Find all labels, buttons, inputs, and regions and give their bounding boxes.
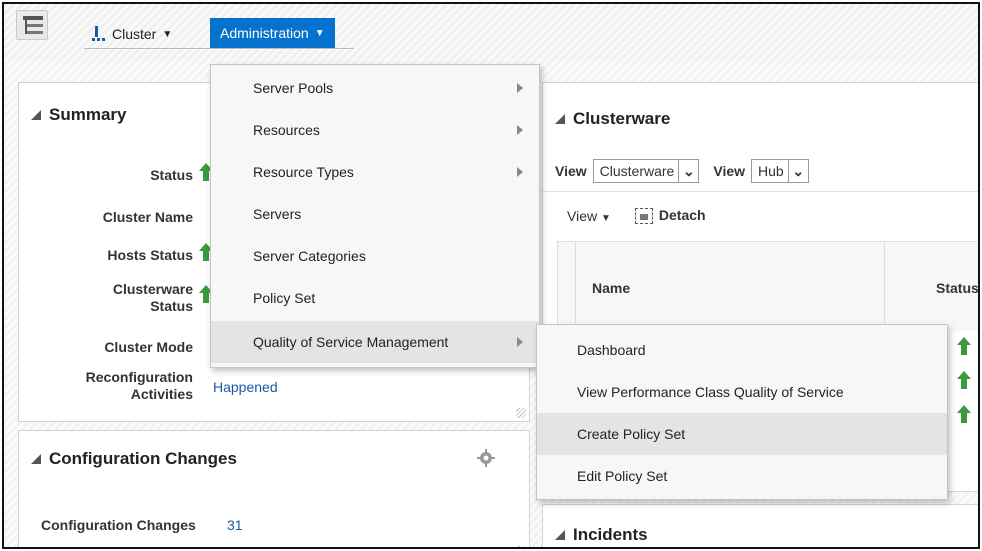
status-up-icon: [957, 337, 971, 355]
chevron-right-icon: [517, 83, 523, 93]
cluster-name-label: Cluster Name: [102, 209, 193, 225]
menu-item-edit-policy-set[interactable]: Edit Policy Set: [537, 455, 947, 497]
configuration-changes-value[interactable]: 31: [227, 517, 243, 533]
cluster-icon: [92, 26, 105, 41]
clusterware-view-select[interactable]: Clusterware ⌄: [592, 159, 700, 183]
tree-toggle-button[interactable]: [16, 10, 48, 40]
top-toolbar: Cluster ▼ Administration ▼: [4, 4, 978, 60]
collapse-icon: [555, 530, 565, 540]
cluster-mode-label: Cluster Mode: [104, 339, 193, 355]
view-label: View: [713, 163, 746, 179]
clusterware-status-label: Clusterware Status: [112, 281, 193, 314]
menu-item-resource-types[interactable]: Resource Types: [211, 151, 539, 193]
collapse-icon: [555, 114, 565, 124]
administration-dropdown: Server Pools Resources Resource Types Se…: [210, 64, 540, 368]
chevron-down-icon: ⌄: [678, 160, 698, 182]
collapse-icon: [31, 454, 41, 464]
resize-handle[interactable]: [516, 408, 526, 418]
chevron-down-icon: ▼: [314, 27, 325, 39]
menu-item-dashboard[interactable]: Dashboard: [537, 329, 947, 371]
status-column-header[interactable]: Status: [936, 280, 978, 296]
table-header: Name Status: [557, 241, 978, 331]
clusterware-title[interactable]: Clusterware: [555, 109, 670, 129]
app-frame: Cluster ▼ Administration ▼ Summary Statu…: [2, 2, 980, 549]
view-selector-row: View Clusterware ⌄ View Hub ⌄: [555, 159, 809, 183]
table-toolbar: View ▼ Detach: [567, 207, 706, 225]
view-menu[interactable]: View ▼: [567, 208, 611, 224]
menu-item-servers[interactable]: Servers: [211, 193, 539, 235]
configuration-changes-panel: Configuration Changes Configuration Chan…: [18, 430, 530, 547]
chevron-right-icon: [517, 167, 523, 177]
view-label: View: [555, 163, 587, 179]
summary-title[interactable]: Summary: [31, 105, 126, 125]
administration-menu-label: Administration: [220, 25, 309, 41]
chevron-down-icon: ▼: [600, 212, 611, 224]
collapse-icon: [31, 110, 41, 120]
menu-item-resources[interactable]: Resources: [211, 109, 539, 151]
hosts-status-label: Hosts Status: [107, 247, 193, 263]
column-divider: [884, 242, 885, 331]
configuration-changes-label: Configuration Changes: [41, 517, 196, 533]
menu-item-server-pools[interactable]: Server Pools: [211, 67, 539, 109]
detach-icon: [634, 208, 653, 225]
chevron-right-icon: [517, 125, 523, 135]
reconfiguration-value[interactable]: Happened: [213, 379, 278, 395]
configuration-changes-title[interactable]: Configuration Changes: [31, 449, 237, 469]
menu-item-quality-of-service[interactable]: Quality of Service Management: [211, 321, 539, 363]
tree-icon: [23, 16, 43, 34]
menu-item-server-categories[interactable]: Server Categories: [211, 235, 539, 277]
status-up-icon: [957, 371, 971, 389]
gear-icon[interactable]: [477, 449, 495, 467]
menu-item-view-performance-class[interactable]: View Performance Class Quality of Servic…: [537, 371, 947, 413]
cluster-menu[interactable]: Cluster ▼: [92, 22, 172, 46]
menu-item-policy-set[interactable]: Policy Set: [211, 277, 539, 319]
name-column-header[interactable]: Name: [592, 280, 630, 296]
status-label: Status: [150, 167, 193, 183]
cluster-menu-label: Cluster: [112, 26, 157, 42]
status-up-icon: [957, 405, 971, 423]
divider: [543, 191, 978, 192]
resize-handle[interactable]: [516, 546, 526, 547]
chevron-down-icon: ▼: [162, 28, 173, 40]
menu-divider: [84, 48, 354, 49]
chevron-down-icon: ⌄: [787, 160, 808, 182]
qos-submenu: Dashboard View Performance Class Quality…: [536, 324, 948, 500]
chevron-right-icon: [517, 337, 523, 347]
menu-item-create-policy-set[interactable]: Create Policy Set: [537, 413, 947, 455]
detach-button[interactable]: Detach: [634, 207, 706, 225]
hub-view-select[interactable]: Hub ⌄: [751, 159, 809, 183]
reconfiguration-label: Reconfiguration Activities: [85, 369, 193, 402]
incidents-panel: Incidents: [542, 504, 978, 547]
administration-menu[interactable]: Administration ▼: [210, 18, 335, 48]
incidents-title[interactable]: Incidents: [555, 525, 648, 545]
row-header-cell: [558, 242, 576, 331]
